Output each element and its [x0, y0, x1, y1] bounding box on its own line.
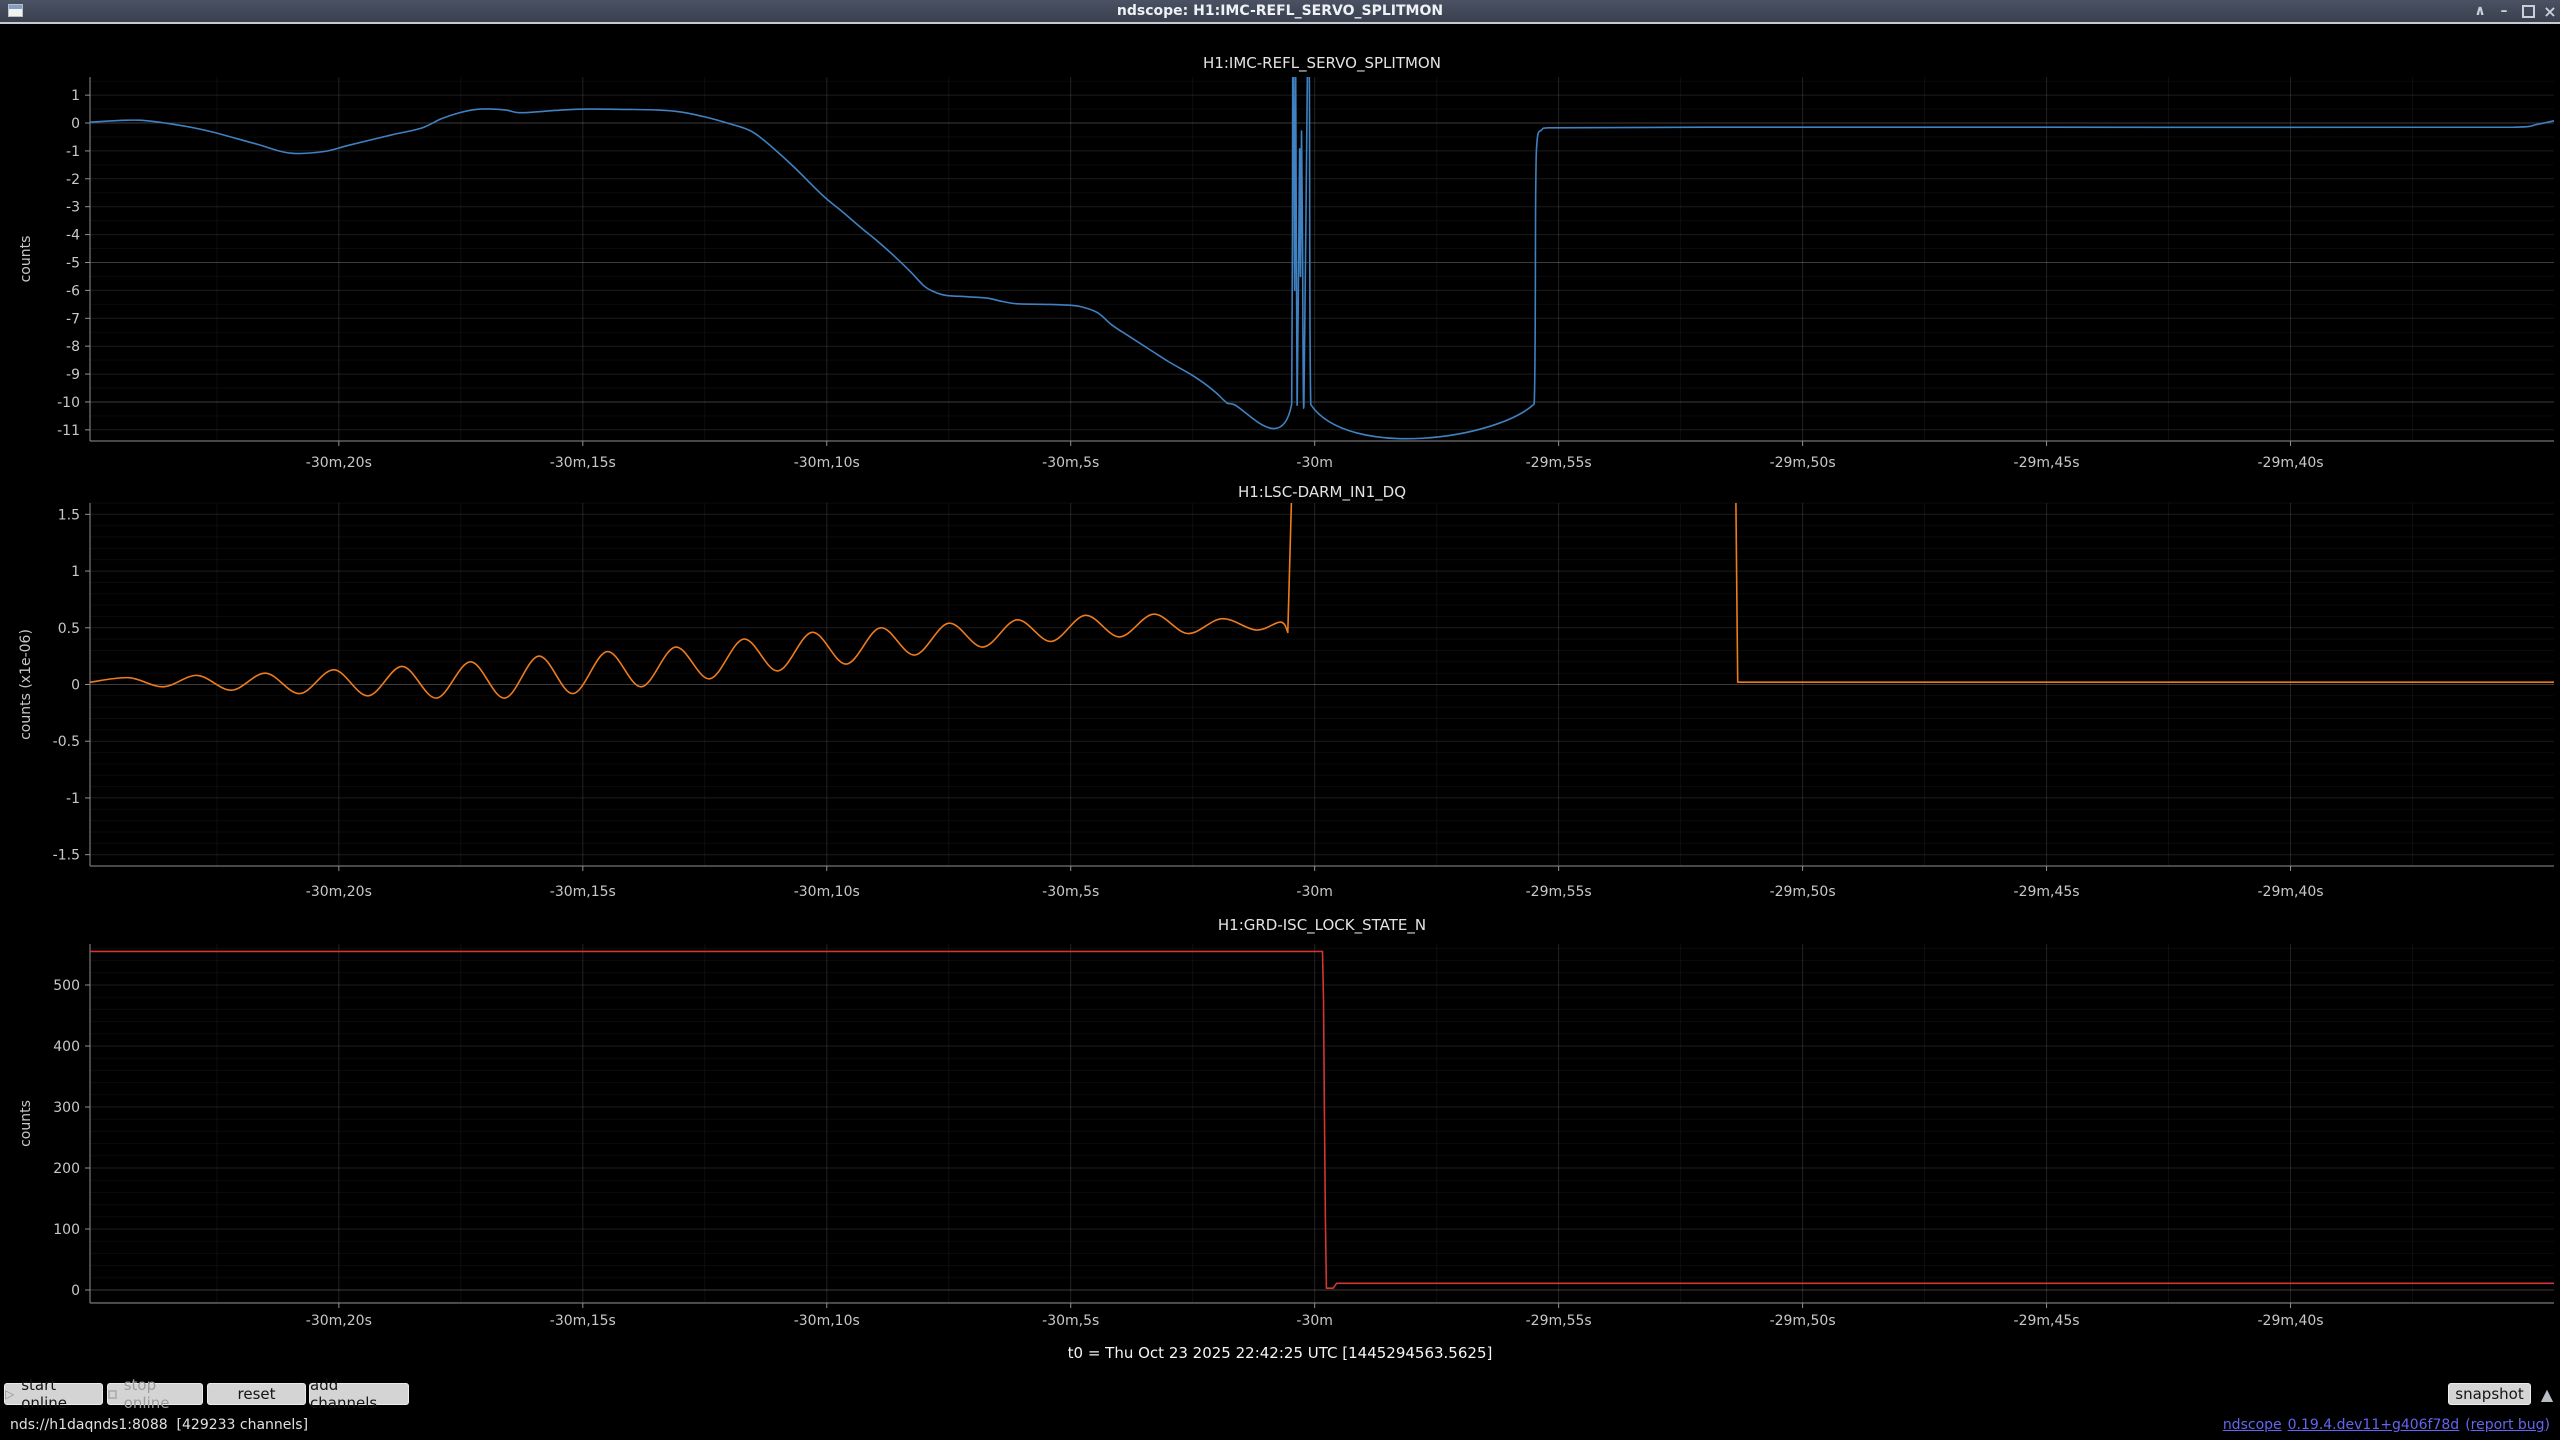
y-tick-label: 1 [71, 88, 80, 104]
y-axis-label: counts [18, 236, 34, 283]
version-link[interactable]: 0.19.4.dev11+g406f78d [2288, 1417, 2460, 1433]
y-axis-label: counts (x1e-06) [18, 629, 34, 740]
ndscope-link[interactable]: ndscope [2223, 1417, 2282, 1433]
x-tick-label: -30m [1296, 1313, 1333, 1329]
y-tick-label: 500 [53, 978, 80, 994]
x-tick-label: -29m,40s [2257, 455, 2323, 471]
x-tick-label: -30m,5s [1042, 1313, 1099, 1329]
plot-title: H1:IMC-REFL_SERVO_SPLITMON [1203, 54, 1441, 73]
shade-window-icon[interactable]: ∧ [2470, 0, 2490, 22]
x-tick-label: -30m,20s [306, 1313, 372, 1329]
report-bug-link[interactable]: report bug [2471, 1417, 2545, 1433]
x-tick-label: -29m,45s [2014, 1313, 2080, 1329]
stop-online-label: stop online [124, 1376, 202, 1412]
y-tick-label: -7 [66, 311, 80, 327]
x-tick-label: -30m,5s [1042, 884, 1099, 900]
y-tick-label: -2 [66, 172, 80, 188]
snapshot-label: snapshot [2455, 1385, 2523, 1403]
y-tick-label: -4 [66, 228, 80, 244]
y-tick-label: -6 [66, 283, 80, 299]
nds-server-status: nds://h1daqnds1:8088 [429233 channels] [10, 1417, 308, 1433]
x-tick-label: -29m,55s [1526, 884, 1592, 900]
y-tick-label: 400 [53, 1039, 80, 1055]
x-tick-label: -29m,40s [2257, 1313, 2323, 1329]
x-tick-label: -29m,50s [1770, 455, 1836, 471]
y-tick-label: -8 [66, 339, 80, 355]
x-tick-label: -30m [1296, 455, 1333, 471]
add-channels-label: add channels [310, 1376, 408, 1412]
x-tick-label: -30m,10s [794, 455, 860, 471]
stop-square-icon [108, 1390, 117, 1399]
minimize-icon[interactable]: – [2494, 0, 2514, 22]
x-tick-label: -29m,55s [1526, 455, 1592, 471]
status-bar: nds://h1daqnds1:8088 [429233 channels] n… [0, 1410, 2560, 1440]
start-online-button[interactable]: ▷ start online [4, 1383, 103, 1405]
x-tick-label: -30m,20s [306, 884, 372, 900]
y-tick-label: -1.5 [53, 848, 80, 864]
plot-panel-1: H1:IMC-REFL_SERVO_SPLITMON -30m,20s -30m,1… [18, 31, 2554, 471]
x-tick-label: -30m,20s [306, 455, 372, 471]
window-title: ndscope: H1:IMC-REFL_SERVO_SPLITMON [1117, 3, 1443, 19]
x-tick-label: -30m,5s [1042, 455, 1099, 471]
reset-button[interactable]: reset [207, 1383, 306, 1405]
charts-canvas: H1:IMC-REFL_SERVO_SPLITMON -30m,20s -30m,1… [0, 24, 2560, 1344]
window-icon [8, 4, 23, 17]
x-tick-label: -30m,10s [794, 884, 860, 900]
x-tick-label: -30m [1296, 884, 1333, 900]
paren-close: ) [2545, 1417, 2550, 1433]
y-tick-label: 1 [71, 564, 80, 580]
t0-timestamp: t0 = Thu Oct 23 2025 22:42:25 UTC [14452… [0, 1344, 2560, 1362]
x-tick-label: -29m,40s [2257, 884, 2323, 900]
x-tick-label: -29m,45s [2014, 455, 2080, 471]
y-tick-label: -1 [66, 791, 80, 807]
y-tick-label: -3 [66, 200, 80, 216]
y-tick-label: 1.5 [58, 507, 80, 523]
x-tick-label: -29m,50s [1770, 1313, 1836, 1329]
plot-title: H1:LSC-DARM_IN1_DQ [1238, 483, 1406, 502]
y-tick-label: 300 [53, 1100, 80, 1116]
plot-viewport-2[interactable] [90, 503, 2554, 866]
plot-viewport-3[interactable] [90, 944, 2554, 1303]
y-tick-label: 0 [71, 116, 80, 132]
y-tick-label: -1 [66, 144, 80, 160]
y-tick-label: -11 [57, 423, 80, 439]
plot-panel-3: H1:GRD-ISC_LOCK_STATE_N -30m,20s -30m,15s -… [18, 916, 2554, 1329]
plot-title: H1:GRD-ISC_LOCK_STATE_N [1218, 916, 1426, 935]
y-tick-label: 100 [53, 1222, 80, 1238]
y-tick-label: -5 [66, 255, 80, 271]
x-tick-label: -29m,45s [2014, 884, 2080, 900]
reset-label: reset [238, 1385, 276, 1403]
y-axis-label: counts [18, 1100, 34, 1147]
x-tick-label: -29m,50s [1770, 884, 1836, 900]
y-tick-label: 0.5 [58, 621, 80, 637]
start-online-label: start online [21, 1376, 102, 1412]
add-channels-button[interactable]: add channels [309, 1383, 409, 1405]
x-tick-label: -30m,15s [550, 455, 616, 471]
y-tick-label: 0 [71, 678, 80, 694]
y-tick-label: -10 [57, 395, 80, 411]
y-tick-label: -9 [66, 367, 80, 383]
maximize-box-glyph [2522, 5, 2535, 18]
close-icon[interactable]: × [2540, 0, 2560, 22]
stop-online-button: stop online [107, 1383, 203, 1405]
plot-panel-2: H1:LSC-DARM_IN1_DQ -30m,20s -30m,15s -30m,1… [18, 483, 2554, 900]
y-tick-label: 200 [53, 1161, 80, 1177]
x-tick-label: -30m,15s [550, 884, 616, 900]
x-tick-label: -29m,55s [1526, 1313, 1592, 1329]
y-tick-label: 0 [71, 1283, 80, 1299]
play-icon: ▷ [5, 1388, 14, 1400]
titlebar[interactable]: ndscope: H1:IMC-REFL_SERVO_SPLITMON ∧ – … [0, 0, 2560, 24]
y-tick-label: -0.5 [53, 734, 80, 750]
snapshot-button[interactable]: snapshot [2448, 1383, 2531, 1405]
ndscope-window: ndscope: H1:IMC-REFL_SERVO_SPLITMON ∧ – … [0, 0, 2560, 1440]
x-tick-label: -30m,15s [550, 1313, 616, 1329]
triangle-up-icon[interactable]: ▲ [2536, 1383, 2558, 1405]
maximize-icon[interactable] [2518, 0, 2538, 22]
x-tick-label: -30m,10s [794, 1313, 860, 1329]
plot-viewport-1[interactable] [90, 77, 2554, 441]
